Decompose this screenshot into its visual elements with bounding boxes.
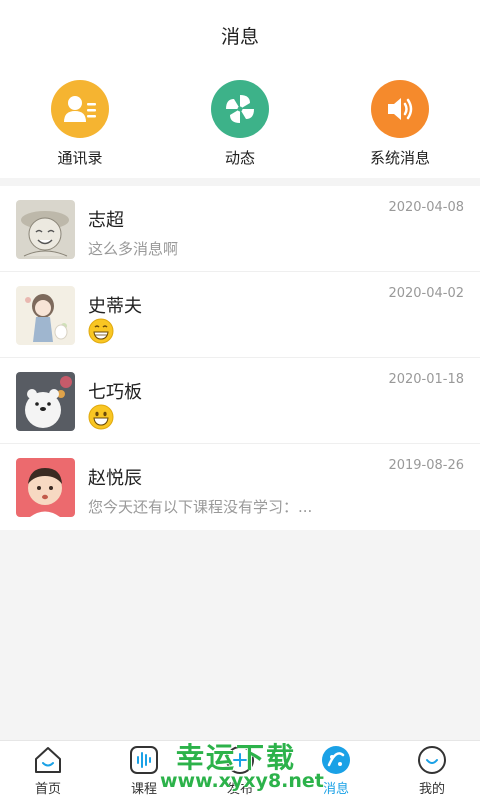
sketch-boy-avatar (16, 200, 75, 259)
contacts-label: 通讯录 (57, 149, 103, 167)
tab-label: 发布 (226, 782, 253, 797)
speaker-icon (371, 80, 429, 138)
polar-bear-avatar (16, 372, 75, 431)
message-row-steve[interactable]: 史蒂夫 2020-04-02 (0, 272, 480, 358)
message-date: 2020-04-02 (388, 286, 464, 301)
home-icon (35, 747, 61, 773)
tab-label: 课程 (130, 782, 157, 797)
messages-page: 消息 通讯录 动态 系统消息 志超 2020-04-08 这么多消息啊 史蒂夫 … (0, 0, 480, 800)
contacts-icon (51, 80, 109, 138)
tab-publish[interactable]: 发布 (192, 745, 288, 799)
tab-label: 消息 (322, 782, 349, 797)
tab-label: 首页 (34, 782, 61, 797)
system-messages-button[interactable]: 系统消息 (330, 80, 470, 170)
tab-label: 我的 (418, 782, 445, 797)
message-list: 志超 2020-04-08 这么多消息啊 史蒂夫 2020-04-02 七巧板 … (0, 186, 480, 530)
message-row-zhichao[interactable]: 志超 2020-04-08 这么多消息啊 (0, 186, 480, 272)
girl-illustration-avatar (16, 286, 75, 345)
smile-emoji-icon (88, 404, 114, 430)
message-date: 2020-04-08 (388, 200, 464, 215)
moments-button[interactable]: 动态 (170, 80, 310, 170)
message-date: 2019-08-26 (388, 458, 464, 473)
message-row-qiqiaoban[interactable]: 七巧板 2020-01-18 (0, 358, 480, 444)
profile-icon (418, 746, 446, 774)
tab-home[interactable]: 首页 (0, 745, 96, 799)
system-messages-label: 系统消息 (369, 149, 430, 167)
header: 消息 通讯录 动态 系统消息 (0, 0, 480, 178)
message-preview: 您今天还有以下课程没有学习：... (88, 498, 313, 516)
message-row-zhaoyuechen[interactable]: 赵悦辰 2019-08-26 您今天还有以下课程没有学习：... (0, 444, 480, 530)
contact-name: 志超 (88, 210, 124, 231)
bottom-tab-bar: 首页 课程 发布 消息 我的 (0, 740, 480, 800)
grin-emoji-icon (88, 318, 114, 344)
contacts-button[interactable]: 通讯录 (10, 80, 150, 170)
message-preview: 这么多消息啊 (88, 240, 179, 258)
tab-profile[interactable]: 我的 (384, 745, 480, 799)
message-date: 2020-01-18 (388, 372, 464, 387)
pinwheel-icon (211, 80, 269, 138)
contact-name: 七巧板 (88, 382, 142, 403)
tab-messages[interactable]: 消息 (288, 745, 384, 799)
contact-name: 史蒂夫 (88, 296, 142, 317)
message-icon (322, 746, 350, 774)
cartoon-boy-avatar (16, 458, 75, 517)
publish-icon (226, 746, 254, 774)
tab-course[interactable]: 课程 (96, 745, 192, 799)
contact-name: 赵悦辰 (88, 468, 142, 489)
page-title: 消息 (220, 26, 259, 48)
course-icon (130, 746, 158, 774)
moments-label: 动态 (224, 149, 255, 167)
